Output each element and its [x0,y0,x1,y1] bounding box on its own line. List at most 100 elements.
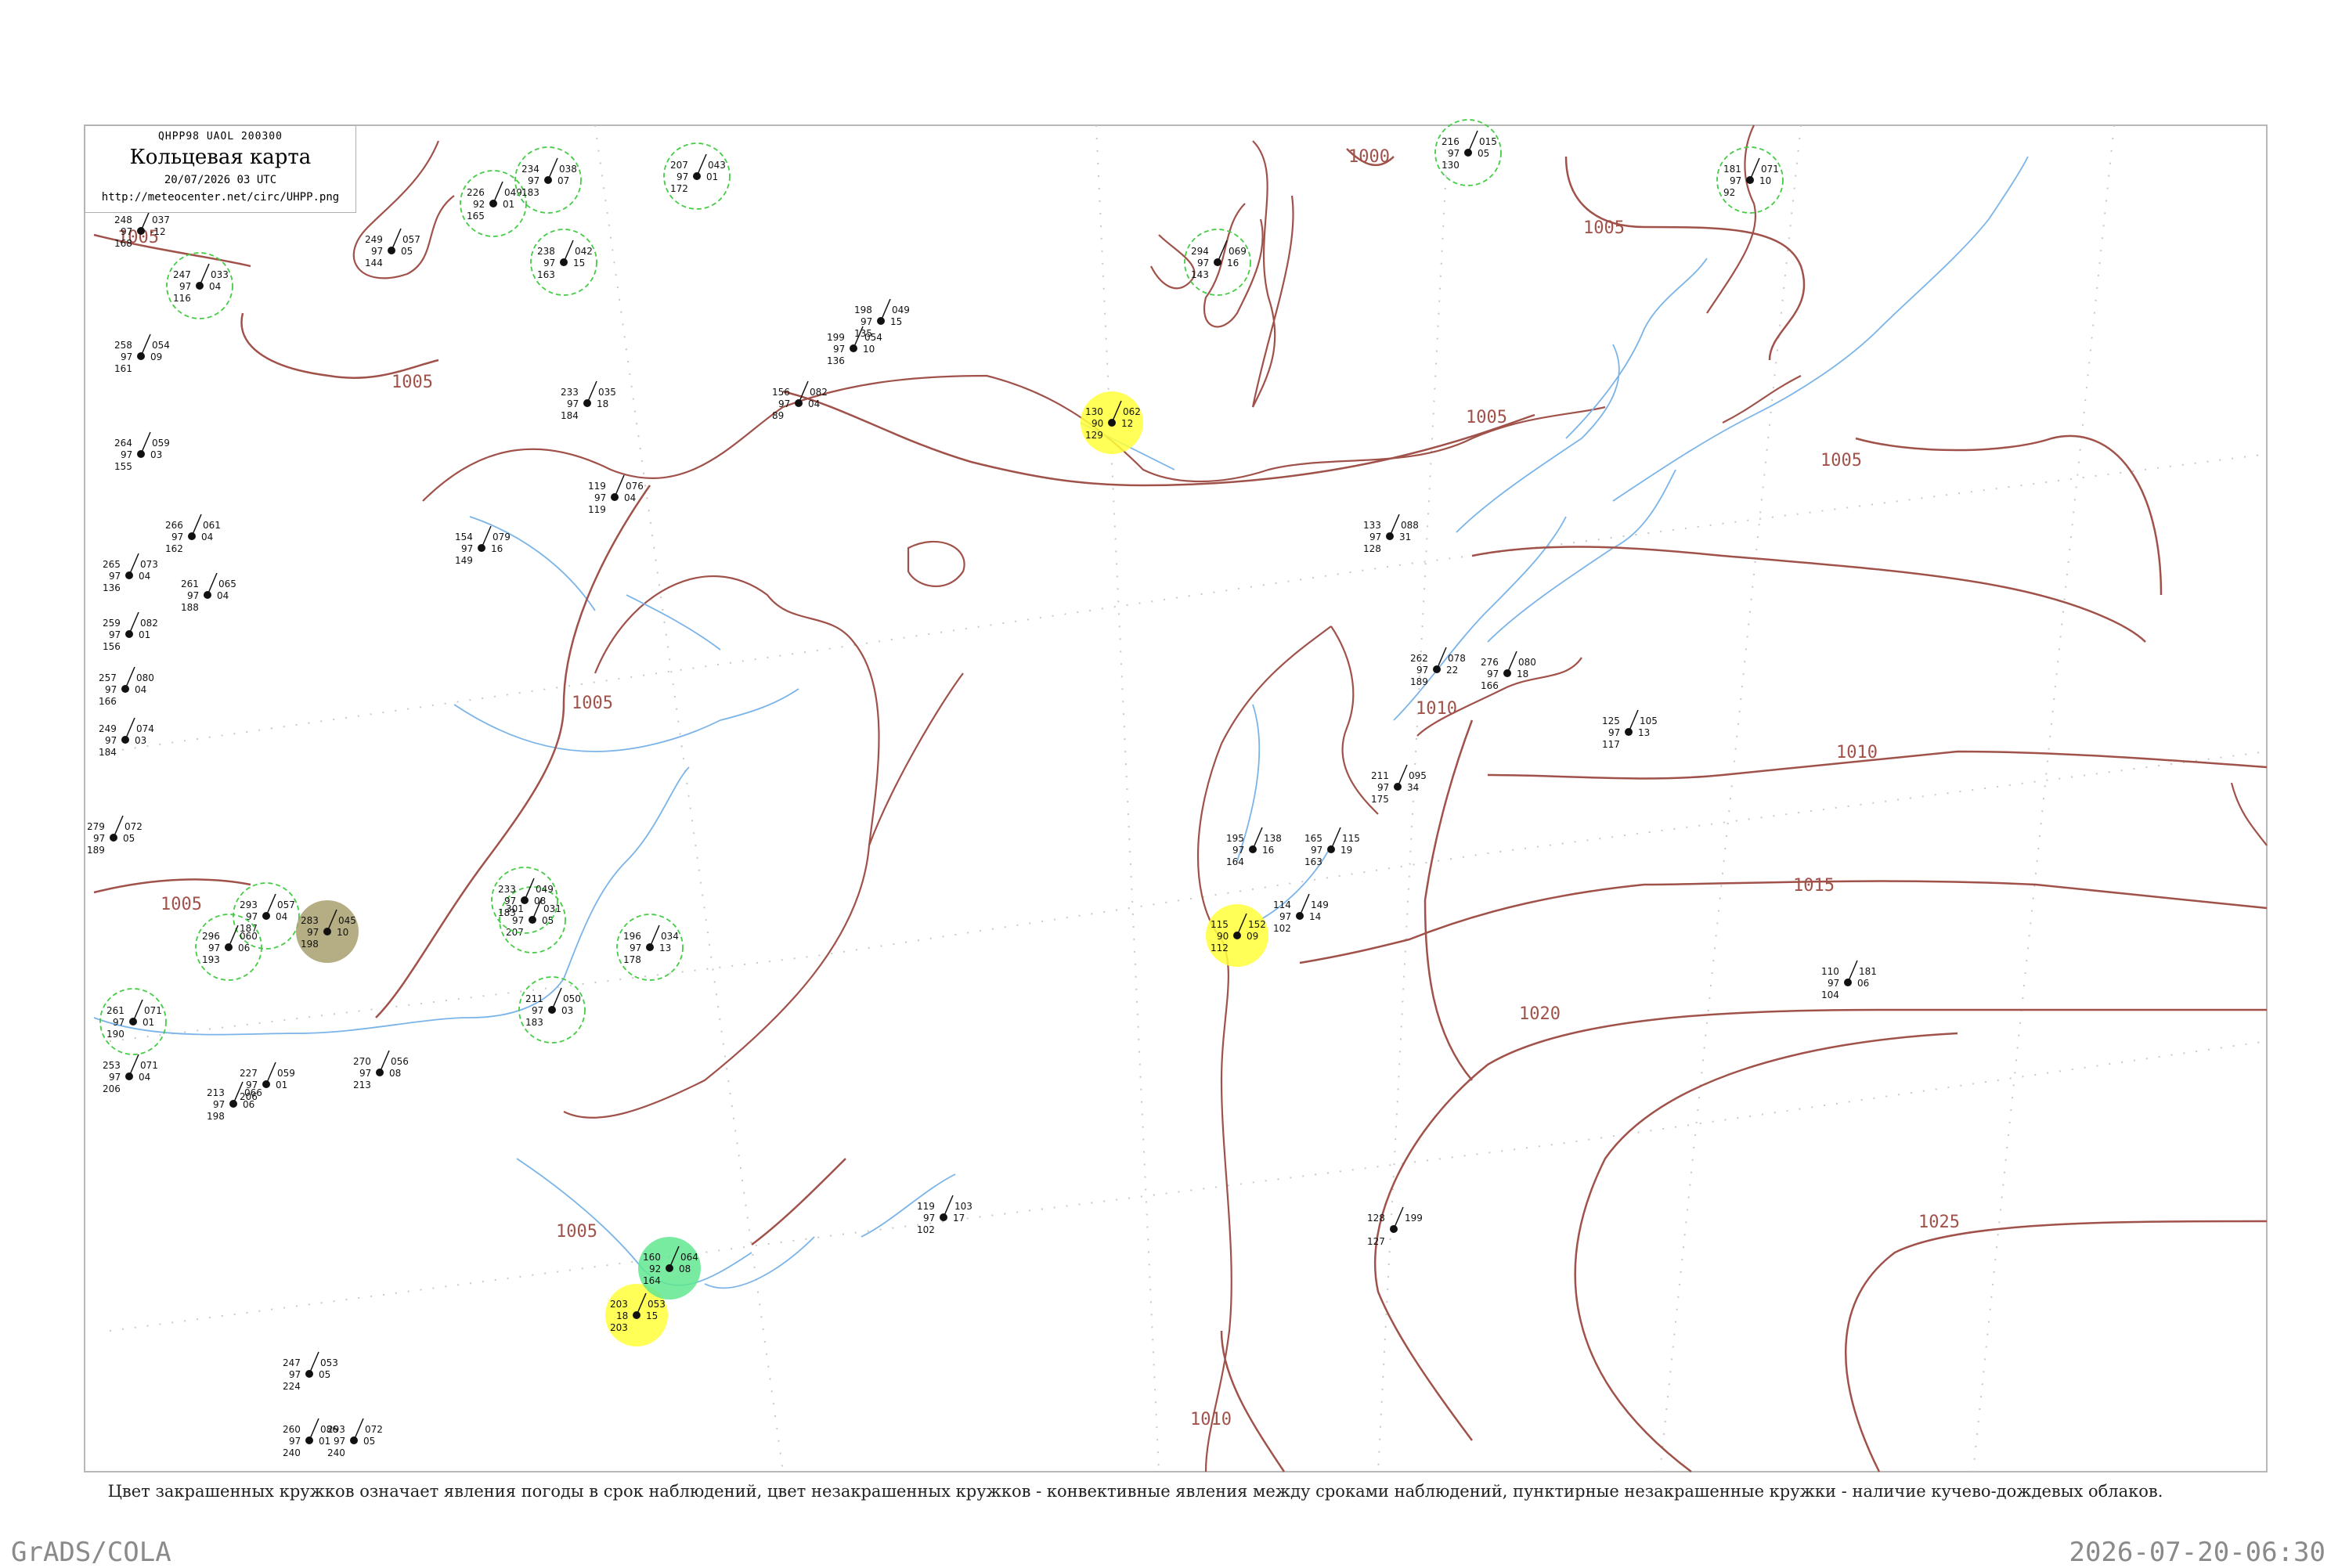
station-pressure: 181 [1859,966,1877,977]
station-tendency: 13 [659,943,671,953]
station-dewpoint: 164 [1226,856,1244,867]
station-tendency: 16 [1227,258,1239,269]
station-temperature: 119 [588,481,606,492]
station-temperature: 125 [1602,716,1620,726]
station-temperature: 226 [467,187,485,198]
station-marker: 270 056 97 08 213 [353,1050,409,1090]
station-temperature: 233 [561,387,579,398]
map-url[interactable]: http://meteocenter.net/circ/UHPP.png [85,191,355,204]
station-dewpoint: 130 [1442,160,1460,171]
station-tendency: 06 [238,943,250,953]
station-pressure: 073 [140,559,158,570]
station-dewpoint: 184 [561,410,579,421]
isobars [93,148,2268,1472]
station-tendency: 13 [1638,727,1650,738]
wind-barb [124,666,135,690]
wind-barb [140,431,151,455]
station-visibility: 90 [1217,931,1229,942]
station-marker: 233 049 97 08 183 [491,867,558,934]
station-tendency: 01 [143,1017,154,1028]
station-pressure: 072 [124,821,143,832]
station-dewpoint: 178 [623,954,641,965]
station-marker: 261 071 97 01 190 [99,988,167,1055]
station-marker: 261 065 97 04 188 [181,572,236,613]
station-pressure: 103 [954,1201,972,1212]
station-temperature: 233 [498,884,516,895]
station-visibility: 97 [109,629,121,640]
station-marker: 165 115 97 19 163 [1304,827,1360,867]
station-tendency: 16 [491,543,503,554]
isobar-label: 1020 [1519,1004,1561,1024]
station-tendency: 04 [808,398,820,409]
station-visibility: 97 [1232,845,1244,856]
station-pressure: 053 [320,1357,338,1368]
station-temperature: 156 [772,387,790,398]
station-marker: 213 066 97 06 198 [207,1081,262,1122]
station-tendency: 04 [217,590,229,601]
station-temperature: 296 [202,931,220,942]
station-temperature: 165 [1304,833,1322,844]
isobar-label: 1005 [1820,451,1862,470]
map-title: Кольцевая карта [129,146,312,169]
station-marker: 233 035 97 18 184 [561,380,616,421]
station-dewpoint: 198 [207,1111,225,1122]
station-pressure: 149 [1311,899,1329,910]
station-dewpoint: 119 [588,504,606,515]
station-temperature: 247 [283,1357,301,1368]
station-tendency: 12 [1121,418,1133,429]
wind-barb [1467,130,1478,153]
station-visibility: 97 [105,684,117,695]
wind-barb [1393,1206,1404,1230]
station-tendency: 05 [123,833,135,844]
station-dewpoint: 213 [353,1080,371,1090]
wind-barb [113,815,124,838]
wind-barb [309,1418,319,1441]
station-dewpoint: 224 [283,1381,301,1392]
station-temperature: 119 [917,1201,935,1212]
station-temperature: 294 [1191,246,1209,257]
station-marker: 207 043 97 01 172 [663,142,731,210]
station-pressure: 076 [626,481,644,492]
station-pressure: 050 [563,993,581,1004]
station-tendency: 05 [401,246,413,257]
station-visibility: 18 [616,1310,628,1321]
station-dewpoint: 92 [1723,187,1735,198]
wind-barb [943,1195,954,1218]
wind-barb [547,157,558,181]
station-visibility: 97 [1369,532,1381,542]
wind-barb [1252,827,1263,850]
map-datetime: 20/07/2026 03 UTC [164,174,277,186]
station-temperature: 259 [103,618,121,629]
wind-barb [1397,764,1408,788]
station-visibility: 97 [359,1068,371,1079]
graticule [109,124,2268,1472]
station-temperature: 248 [114,214,132,225]
isobar-label: 1010 [1416,699,1457,719]
station-dewpoint: 163 [537,269,555,280]
station-temperature: 293 [327,1424,345,1435]
station-marker: 196 034 97 13 178 [616,914,684,981]
station-temperature: 266 [165,520,183,531]
station-dewpoint: 165 [467,211,485,222]
station-dewpoint: 143 [1191,269,1209,280]
station-visibility: 97 [113,1017,124,1028]
station-visibility: 97 [677,171,688,182]
station-visibility: 97 [1608,727,1620,738]
station-tendency: 09 [1247,931,1258,942]
station-marker: 181 071 97 10 92 [1716,146,1784,214]
station-pressure: 071 [1761,164,1779,175]
station-dewpoint: 198 [301,939,319,950]
station-visibility: 97 [179,281,191,292]
station-visibility: 97 [461,543,473,554]
station-tendency: 34 [1407,782,1419,793]
station-pressure: 034 [661,931,679,942]
station-marker: 259 082 97 01 156 [103,611,158,652]
station-temperature: 203 [610,1299,628,1310]
station-tendency: 03 [150,449,162,460]
station-visibility: 97 [109,1072,121,1083]
station-tendency: 22 [1446,665,1458,676]
isobar-label: 1005 [572,694,613,713]
station-pressure: 059 [152,438,170,449]
station-marker: 115 152 90 09 112 [1206,904,1268,967]
station-dewpoint: 149 [455,555,473,566]
